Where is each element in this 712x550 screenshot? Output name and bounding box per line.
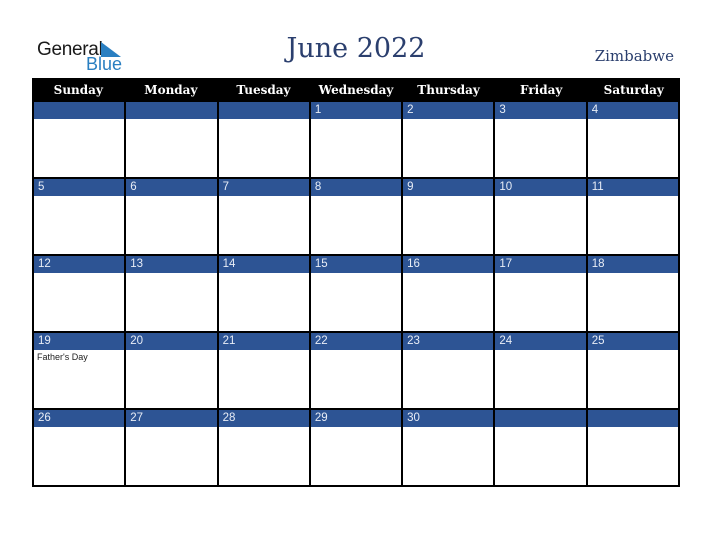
day-number: 28 [218,410,309,427]
day-number: 18 [587,256,678,273]
weekday-sunday: Sunday [53,83,103,97]
day-number: 20 [126,333,217,350]
day-number: 16 [403,256,494,273]
day-cell[interactable]: 19 Father's Day [34,333,127,410]
weeks-container: 1 2 3 4 5 6 7 8 9 10 11 12 13 14 15 16 17 18 19 Father's Da… [32,102,680,487]
day-number: 6 [126,179,217,196]
day-cell[interactable]: 28 [218,410,311,487]
day-cell[interactable]: 23 [403,333,496,410]
day-number: 24 [495,333,586,350]
day-cell[interactable]: 30 [403,410,496,487]
day-number: 8 [310,179,402,196]
day-cell[interactable]: 7 [218,179,311,256]
day-number: 11 [587,179,678,196]
week-row: 12 13 14 15 16 17 18 [32,256,680,333]
holiday-event: Father's Day [37,352,88,362]
day-number: 27 [126,410,217,427]
day-cell[interactable]: 14 [218,256,311,333]
day-cell[interactable]: 6 [126,179,219,256]
day-number [126,102,217,119]
day-number: 3 [495,102,586,119]
day-cell[interactable]: 15 [310,256,404,333]
week-row: 1234 [32,102,680,179]
day-number: 17 [495,256,586,273]
day-cell[interactable]: 9 [403,179,496,256]
day-cell[interactable]: 3 [495,102,588,179]
day-cell[interactable]: 29 [310,410,404,487]
day-number [34,102,125,119]
weekday-monday: Monday [144,83,198,97]
day-number: 19 [34,333,125,350]
day-cell[interactable]: 2 [403,102,496,179]
day-cell[interactable]: 22 [310,333,404,410]
weekday-wednesday: Wednesday [318,83,394,97]
week-row: 5 6 7 8 9 10 11 [32,179,680,256]
day-number: 21 [218,333,309,350]
day-cell[interactable]: 11 [587,179,680,256]
weekday-friday: Friday [520,83,563,97]
day-number: 5 [34,179,125,196]
weekday-saturday: Saturday [603,83,664,97]
day-cell[interactable]: 20 [126,333,219,410]
day-number [495,410,586,427]
calendar-grid: Sunday Monday Tuesday Wednesday Thursday… [32,78,680,487]
day-number: 14 [218,256,309,273]
day-number: 7 [218,179,309,196]
day-cell[interactable]: 25 [587,333,680,410]
day-number: 25 [587,333,678,350]
day-cell[interactable]: 8 [310,179,404,256]
week-row: 19 Father's Day 20 21 22 23 24 25 [32,333,680,410]
day-cell[interactable]: 5 [34,179,127,256]
day-cell[interactable]: 4 [587,102,680,179]
day-cell[interactable]: 27 [126,410,219,487]
day-number: 4 [587,102,678,119]
day-cell[interactable] [126,102,219,179]
day-cell[interactable] [587,410,680,487]
day-number: 10 [495,179,586,196]
day-number: 26 [34,410,125,427]
day-cell[interactable]: 12 [34,256,127,333]
day-cell[interactable]: 17 [495,256,588,333]
day-cell[interactable]: 13 [126,256,219,333]
day-number: 2 [403,102,494,119]
day-cell[interactable]: 1 [310,102,404,179]
day-number: 9 [403,179,494,196]
day-cell[interactable]: 26 [34,410,127,487]
day-cell[interactable]: 18 [587,256,680,333]
day-cell[interactable]: 16 [403,256,496,333]
day-number [587,410,678,427]
day-cell[interactable] [218,102,311,179]
weekday-thursday: Thursday [417,83,480,97]
day-number: 12 [34,256,125,273]
day-number: 30 [403,410,494,427]
day-cell[interactable] [34,102,127,179]
country-label: Zimbabwe [594,47,674,65]
day-cell[interactable]: 24 [495,333,588,410]
day-cell[interactable]: 21 [218,333,311,410]
day-number: 15 [310,256,402,273]
day-cell[interactable]: 10 [495,179,588,256]
weekday-header: Sunday Monday Tuesday Wednesday Thursday… [32,78,680,102]
day-number: 22 [310,333,402,350]
weekday-tuesday: Tuesday [236,83,291,97]
day-cell[interactable] [495,410,588,487]
week-row: 26 27 28 29 30 [32,410,680,487]
day-number [218,102,309,119]
day-number: 29 [310,410,402,427]
day-number: 13 [126,256,217,273]
day-number: 1 [310,102,402,119]
day-number: 23 [403,333,494,350]
